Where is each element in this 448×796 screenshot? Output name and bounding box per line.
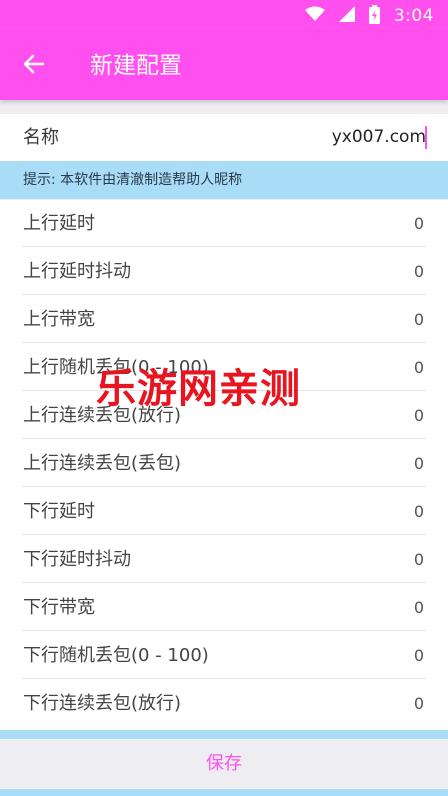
setting-label: 下行连续丢包(放行) [23,693,182,714]
divider [22,294,426,295]
setting-row-downlink-jitter[interactable]: 下行延时抖动 0 [0,536,448,583]
setting-label: 下行随机丢包(0 - 100) [23,645,209,666]
setting-label: 下行延时 [23,501,95,522]
setting-label: 上行连续丢包(丢包) [23,453,182,474]
setting-label: 下行延时抖动 [23,549,131,570]
status-icons: 3:04 [304,4,434,28]
setting-value[interactable]: 0 [414,488,424,536]
name-input[interactable]: yx007.com [332,114,426,161]
setting-label: 上行连续丢包(放行) [23,405,182,426]
setting-row-uplink-random-loss[interactable]: 上行随机丢包(0 - 100) 0 [0,344,448,391]
back-button[interactable] [16,49,52,83]
bottom-strip [0,730,448,739]
setting-label: 上行随机丢包(0 - 100) [23,357,209,378]
setting-value[interactable]: 0 [414,536,424,584]
setting-value[interactable]: 0 [414,680,424,728]
setting-value[interactable]: 0 [414,296,424,344]
setting-row-downlink-burst-pass[interactable]: 下行连续丢包(放行) 0 [0,680,448,727]
setting-value[interactable]: 0 [414,200,424,248]
app-bar: 新建配置 [0,32,448,100]
setting-value[interactable]: 0 [414,584,424,632]
divider [22,630,426,631]
text-cursor [425,126,427,149]
setting-value[interactable]: 0 [414,344,424,392]
setting-row-downlink-bandwidth[interactable]: 下行带宽 0 [0,584,448,631]
setting-row-uplink-delay[interactable]: 上行延时 0 [0,200,448,247]
setting-value[interactable]: 0 [414,392,424,440]
setting-row-downlink-delay[interactable]: 下行延时 0 [0,488,448,535]
page-title: 新建配置 [90,53,182,79]
hint-text: 提示: 本软件由清澈制造帮助人昵称 [23,172,243,188]
divider [22,582,426,583]
save-button[interactable]: 保存 [0,739,448,789]
setting-label: 上行延时 [23,213,95,234]
setting-row-uplink-jitter[interactable]: 上行延时抖动 0 [0,248,448,295]
setting-label: 上行延时抖动 [23,261,131,282]
divider [22,246,426,247]
status-time: 3:04 [393,6,434,26]
setting-value[interactable]: 0 [414,248,424,296]
setting-value[interactable]: 0 [414,632,424,680]
setting-value[interactable]: 0 [414,440,424,488]
divider [22,486,426,487]
divider [22,342,426,343]
battery-charging-icon [368,4,380,28]
divider [22,534,426,535]
setting-row-downlink-random-loss[interactable]: 下行随机丢包(0 - 100) 0 [0,632,448,679]
divider [22,438,426,439]
setting-row-uplink-bandwidth[interactable]: 上行带宽 0 [0,296,448,343]
arrow-left-icon [23,53,45,79]
settings-list: 上行延时 0 上行延时抖动 0 上行带宽 0 上行随机丢包(0 - 100) 0… [0,200,448,730]
hint-bar: 提示: 本软件由清澈制造帮助人昵称 [0,161,448,199]
setting-label: 上行带宽 [23,309,95,330]
bottom-strip-lower [0,789,448,796]
name-field-row[interactable]: 名称 yx007.com [0,114,448,161]
save-bar: 保存 [0,739,448,789]
setting-label: 下行带宽 [23,597,95,618]
divider [22,678,426,679]
status-bar: 3:04 [0,0,448,32]
name-label: 名称 [23,127,59,148]
setting-row-uplink-burst-drop[interactable]: 上行连续丢包(丢包) 0 [0,440,448,487]
signal-icon [338,6,355,26]
setting-row-uplink-burst-pass[interactable]: 上行连续丢包(放行) 0 [0,392,448,439]
wifi-icon [304,6,325,26]
divider [22,390,426,391]
